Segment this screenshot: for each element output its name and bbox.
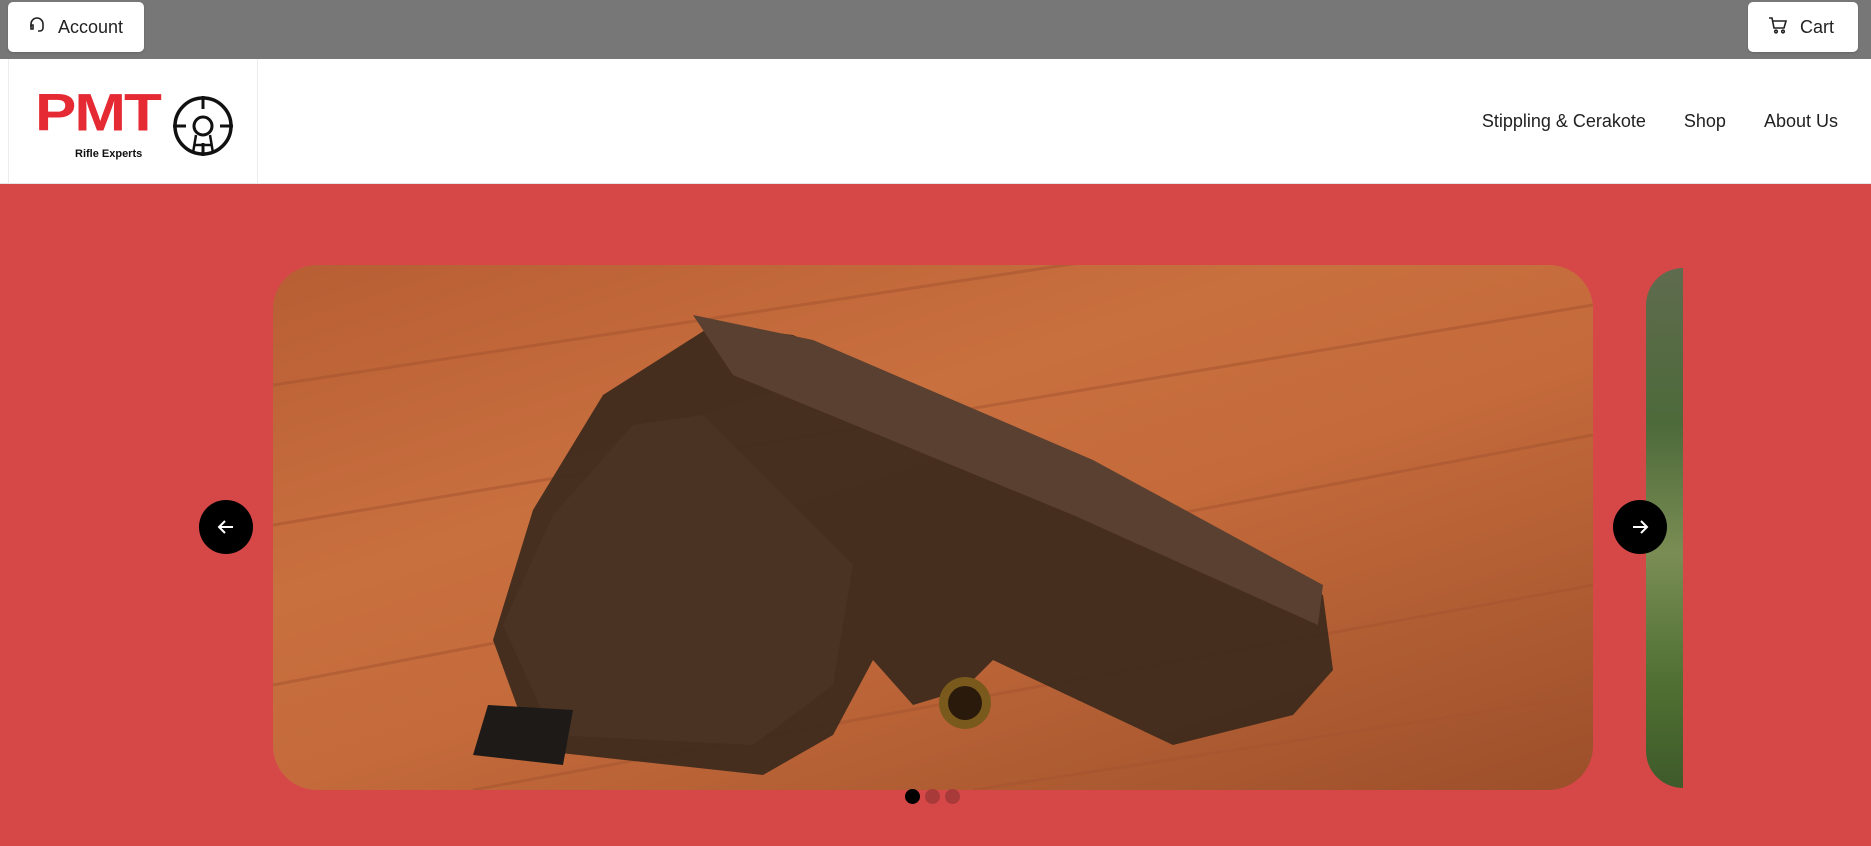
- account-button[interactable]: Account: [8, 2, 144, 52]
- arrow-left-icon: [217, 520, 233, 534]
- nav-item-stippling-cerakote[interactable]: Stippling & Cerakote: [1482, 111, 1646, 132]
- hero-carousel: [0, 184, 1871, 846]
- headset-icon: [28, 16, 46, 39]
- main-nav: Stippling & Cerakote Shop About Us: [1482, 59, 1838, 184]
- pistol-image: [273, 265, 1593, 790]
- nav-item-about-us[interactable]: About Us: [1764, 111, 1838, 132]
- carousel-dots: [905, 789, 960, 804]
- carousel-dot-1[interactable]: [905, 789, 920, 804]
- top-bar: Account Cart: [0, 0, 1871, 59]
- cart-icon: [1768, 16, 1788, 39]
- cart-button[interactable]: Cart: [1748, 2, 1858, 52]
- crosshair-icon: [173, 96, 233, 156]
- logo[interactable]: PMT Rifle Experts: [8, 59, 258, 184]
- carousel-slide-pistol[interactable]: [273, 265, 1593, 790]
- logo-subtitle: Rifle Experts: [75, 148, 143, 160]
- nav-item-shop[interactable]: Shop: [1684, 111, 1726, 132]
- carousel-next-button[interactable]: [1613, 500, 1667, 554]
- cart-label: Cart: [1800, 16, 1835, 37]
- carousel-prev-button[interactable]: [199, 500, 253, 554]
- account-label: Account: [58, 16, 124, 37]
- arrow-right-icon: [1633, 520, 1649, 534]
- logo-text: PMT: [35, 83, 162, 143]
- carousel-dot-2[interactable]: [925, 789, 940, 804]
- site-header: PMT Rifle Experts Stippling & Cerakote S…: [0, 59, 1871, 184]
- carousel-dot-3[interactable]: [945, 789, 960, 804]
